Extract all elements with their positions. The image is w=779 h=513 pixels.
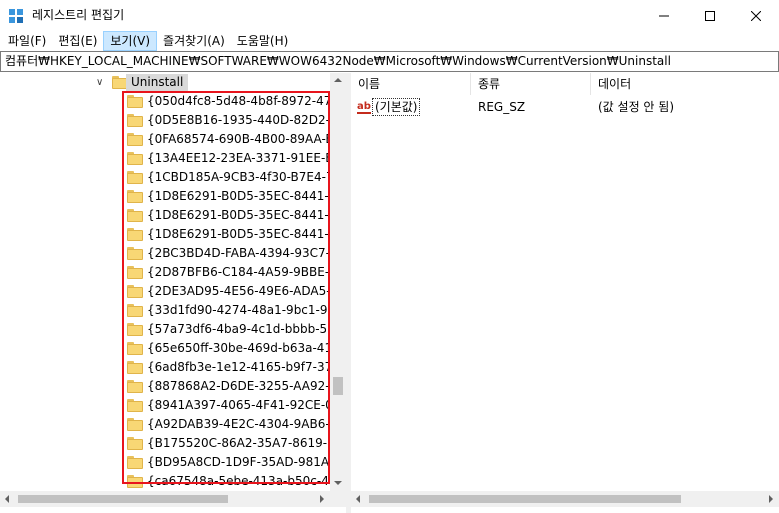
value-pane: 이름 종류 데이터 ab (기본값) REG_SZ (값 설정 안 됨) [351, 73, 779, 513]
scroll-right-icon[interactable] [769, 495, 773, 503]
column-header-type[interactable]: 종류 [471, 73, 591, 95]
column-header-data[interactable]: 데이터 [591, 73, 779, 95]
minimize-icon [659, 15, 669, 16]
maximize-icon [705, 10, 715, 21]
scroll-left-icon[interactable] [5, 495, 9, 503]
registry-editor-icon [9, 9, 23, 23]
close-icon [751, 10, 761, 21]
scrollbar-corner [330, 491, 346, 507]
value-horizontal-scrollbar[interactable] [351, 491, 779, 507]
value-row[interactable]: ab (기본값) REG_SZ (값 설정 안 됨) [351, 97, 779, 117]
menu-file[interactable]: 파일(F) [2, 31, 52, 51]
highlight-box [122, 91, 330, 484]
menu-bar: 파일(F) 편집(E) 보기(V) 즐겨찾기(A) 도움말(H) [0, 31, 779, 51]
maximize-button[interactable] [687, 0, 733, 31]
scroll-thumb[interactable] [369, 495, 681, 503]
tree-item-label: Uninstall [126, 74, 189, 91]
scroll-down-icon[interactable] [334, 481, 342, 485]
value-data: (값 설정 안 됨) [598, 100, 675, 114]
address-path[interactable]: 컴퓨터₩HKEY_LOCAL_MACHINE₩SOFTWARE₩WOW6432N… [5, 54, 671, 69]
menu-favorites[interactable]: 즐겨찾기(A) [157, 31, 231, 51]
scroll-right-icon[interactable] [320, 495, 324, 503]
column-header-name[interactable]: 이름 [351, 73, 471, 95]
menu-view[interactable]: 보기(V) [103, 31, 158, 51]
scroll-left-icon[interactable] [356, 495, 360, 503]
close-button[interactable] [733, 0, 779, 31]
string-value-icon: ab [357, 101, 371, 114]
address-bar[interactable]: 컴퓨터₩HKEY_LOCAL_MACHINE₩SOFTWARE₩WOW6432N… [0, 51, 779, 72]
scroll-thumb[interactable] [333, 377, 343, 395]
value-name: (기본값) [372, 98, 421, 116]
chevron-down-icon[interactable]: ∨ [96, 77, 103, 88]
tree-horizontal-scrollbar[interactable] [0, 491, 330, 507]
tree-item-uninstall[interactable]: ∨ Uninstall [0, 73, 330, 92]
minimize-button[interactable] [641, 0, 687, 31]
title-bar: 레지스트리 편집기 [0, 0, 779, 31]
scroll-thumb[interactable] [18, 495, 228, 503]
scroll-up-icon[interactable] [334, 78, 342, 82]
window-title: 레지스트리 편집기 [32, 8, 125, 22]
menu-help[interactable]: 도움말(H) [231, 31, 295, 51]
value-type: REG_SZ [478, 100, 526, 114]
tree-pane: ∨ Uninstall {050d4fc8-5d48-4b8f-8972-47c… [0, 73, 346, 513]
tree-vertical-scrollbar[interactable] [330, 73, 346, 491]
menu-edit[interactable]: 편집(E) [52, 31, 103, 51]
